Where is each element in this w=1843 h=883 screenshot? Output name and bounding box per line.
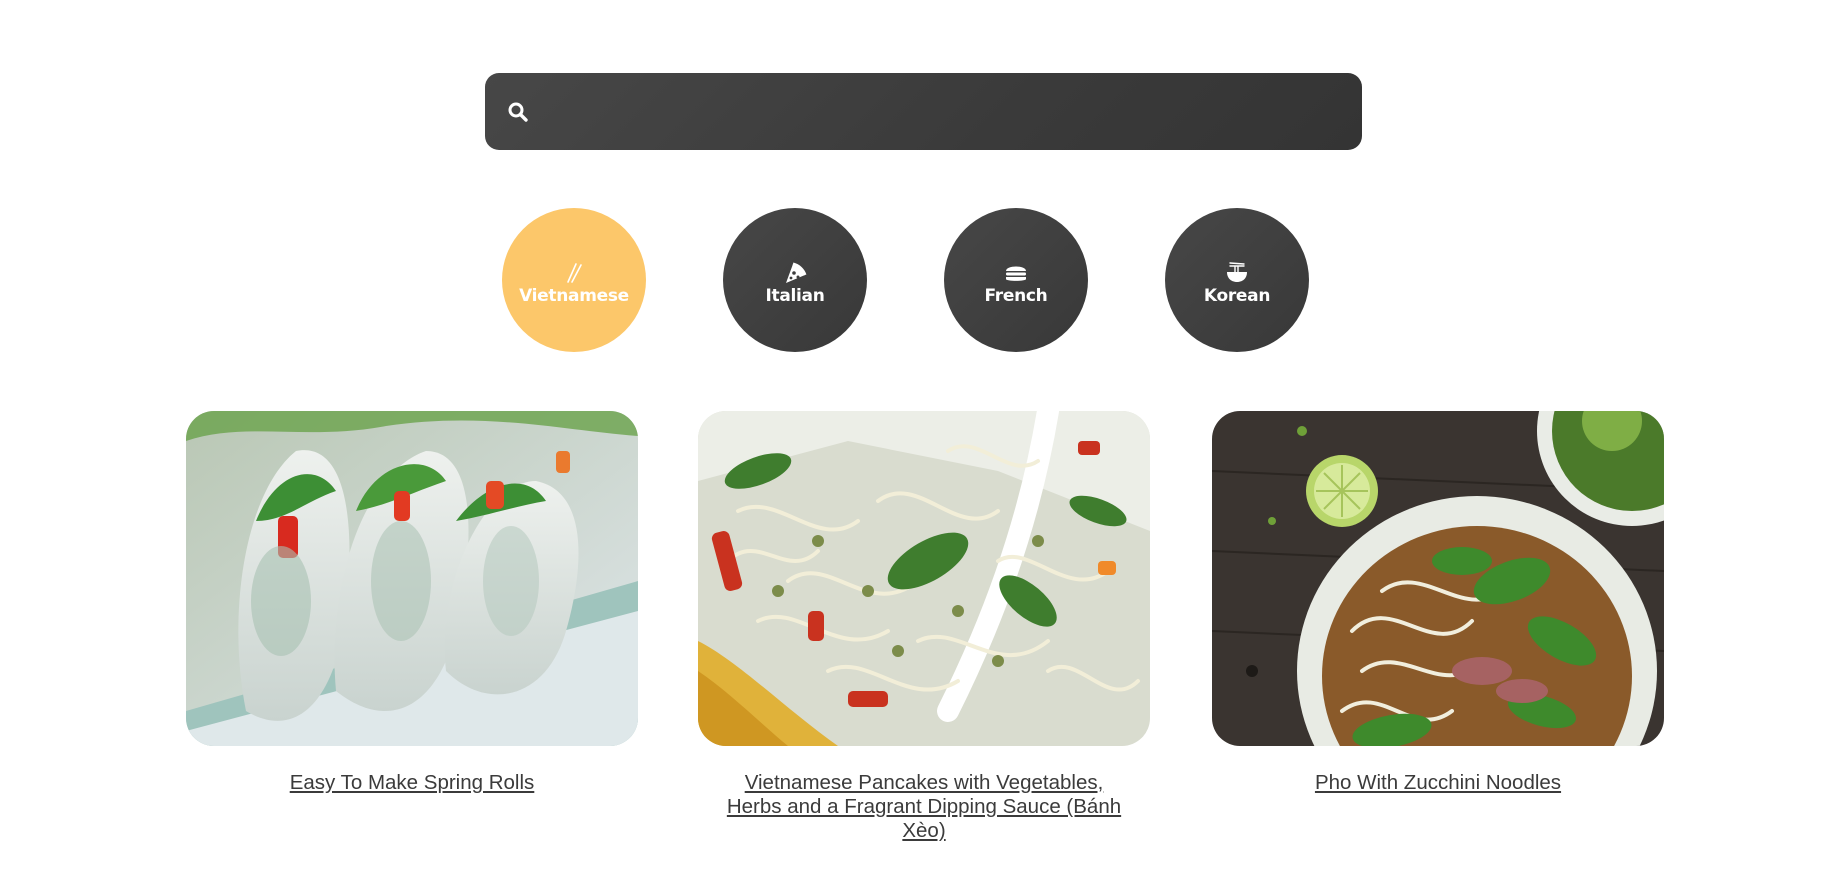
cuisine-filter: Vietnamese Italian French Korean [502, 208, 1309, 352]
recipe-title-link[interactable]: Easy To Make Spring Rolls [186, 771, 638, 795]
cuisine-french-button[interactable]: French [944, 208, 1088, 352]
recipe-image-pho[interactable] [1212, 411, 1664, 746]
recipe-card: Vietnamese Pancakes with Vegetables, Her… [698, 411, 1150, 843]
cuisine-label: Vietnamese [519, 285, 629, 306]
recipe-image-banh-xeo[interactable] [698, 411, 1150, 746]
cuisine-label: Korean [1203, 285, 1271, 306]
noodle-bowl-icon [1224, 261, 1250, 285]
recipe-image-spring-rolls[interactable] [186, 411, 638, 746]
cuisine-italian-button[interactable]: Italian [723, 208, 867, 352]
search-input[interactable] [531, 73, 1362, 150]
burger-icon [1003, 261, 1029, 285]
recipe-card: Easy To Make Spring Rolls [186, 411, 638, 795]
recipe-card: Pho With Zucchini Noodles [1212, 411, 1664, 795]
search-icon[interactable] [505, 99, 531, 125]
recipe-title-link[interactable]: Vietnamese Pancakes with Vegetables, Her… [698, 771, 1150, 843]
cuisine-label: French [984, 285, 1048, 306]
cuisine-label: Italian [765, 285, 825, 306]
recipe-title-link[interactable]: Pho With Zucchini Noodles [1212, 771, 1664, 795]
chopsticks-icon [561, 261, 587, 285]
pizza-icon [782, 261, 808, 285]
cuisine-vietnamese-button[interactable]: Vietnamese [502, 208, 646, 352]
cuisine-korean-button[interactable]: Korean [1165, 208, 1309, 352]
search-bar [485, 73, 1362, 150]
